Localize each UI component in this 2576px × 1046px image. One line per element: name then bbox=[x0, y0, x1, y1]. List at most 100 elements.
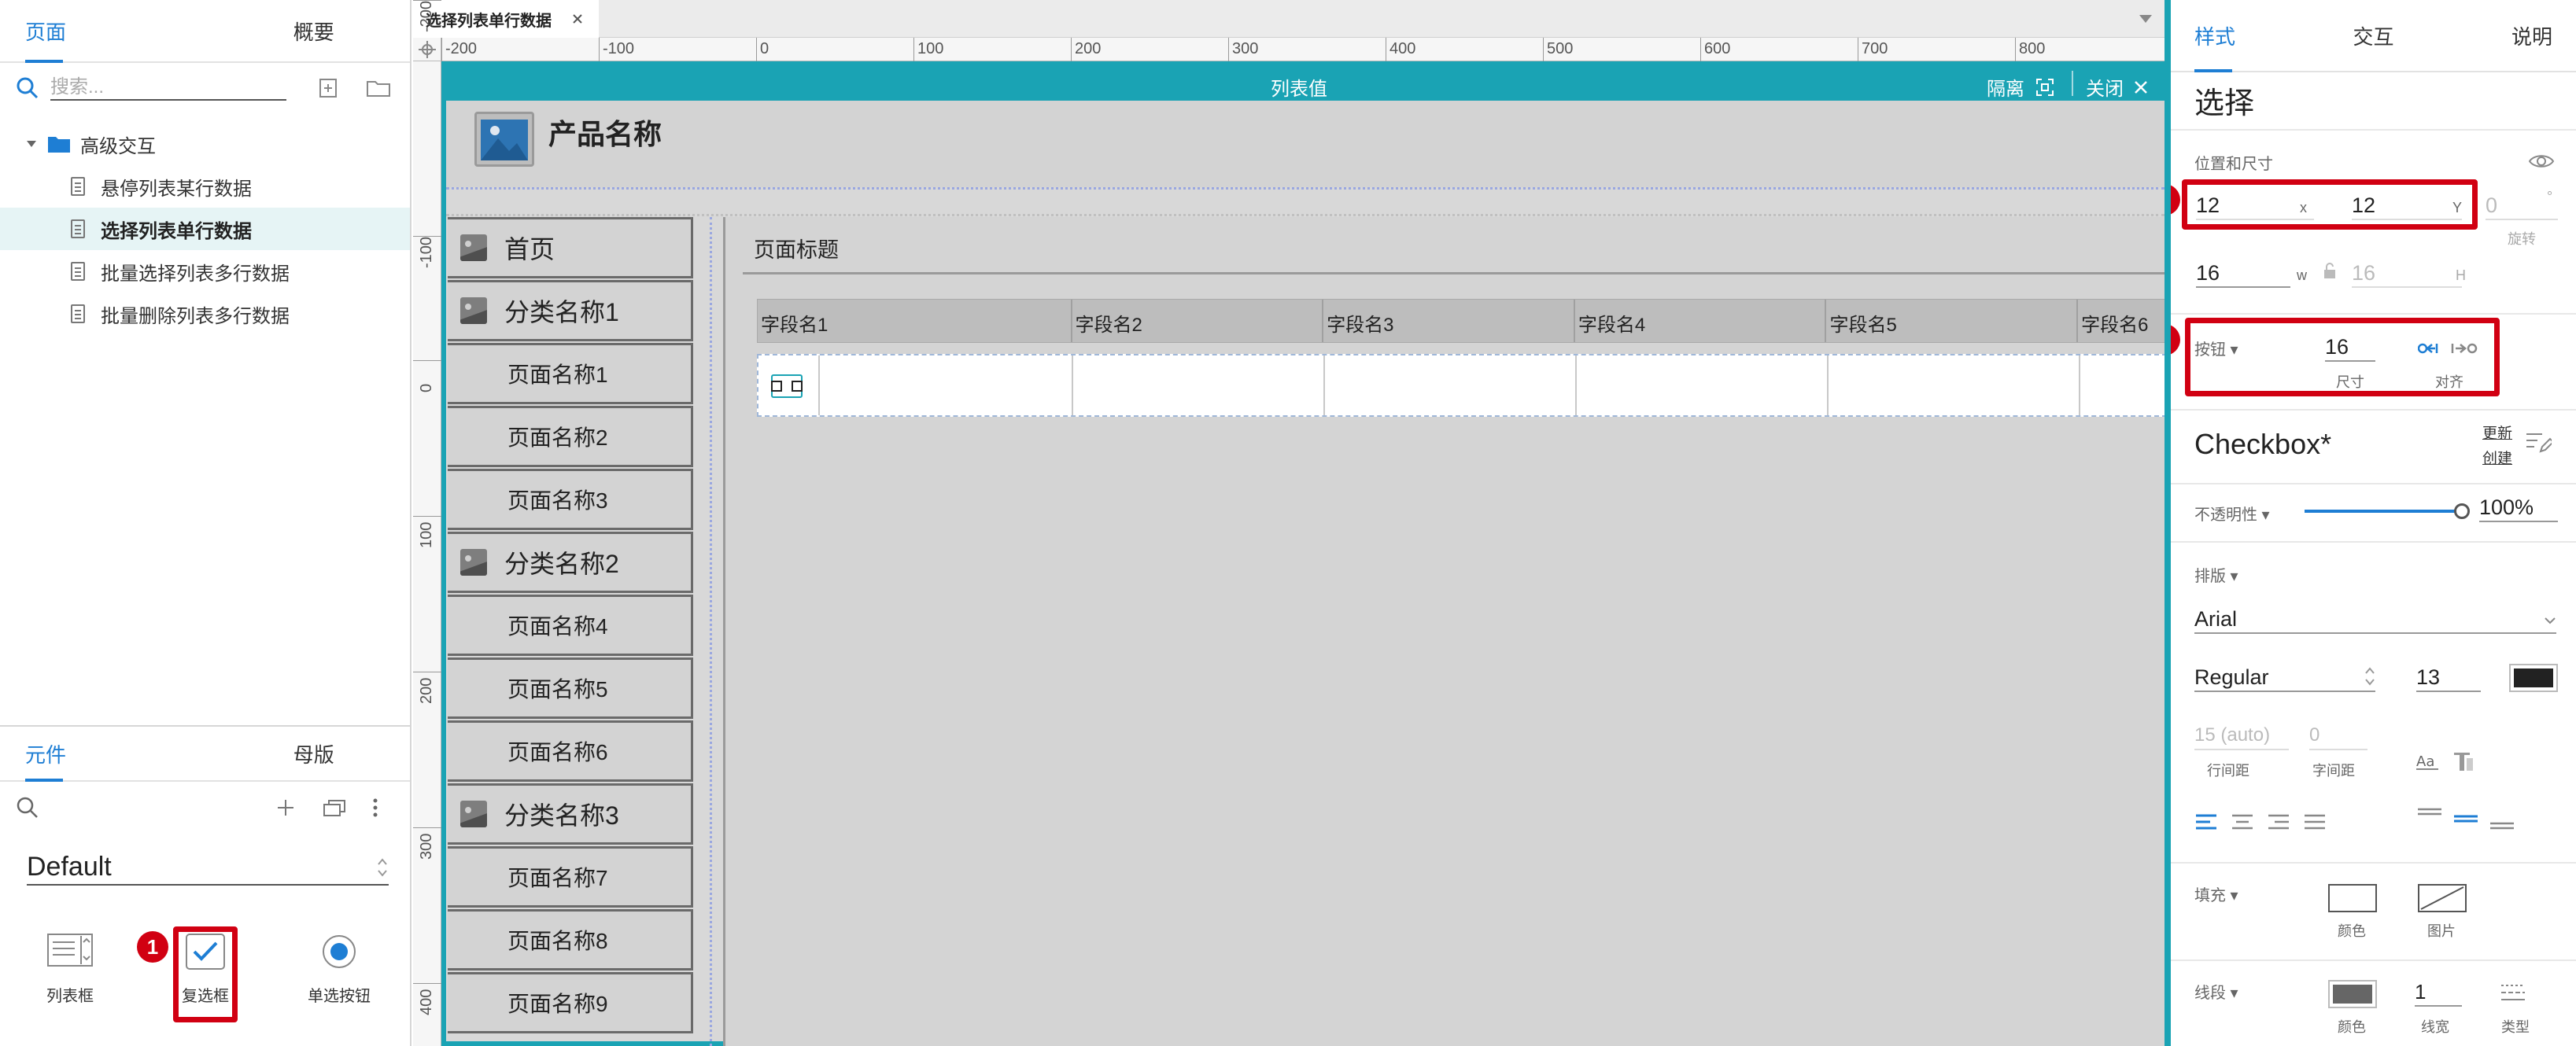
select-arrows-icon bbox=[2365, 667, 2375, 686]
table-cell bbox=[2080, 355, 2165, 415]
ruler-tick: 700 bbox=[1858, 38, 1888, 61]
library-stack-icon[interactable] bbox=[323, 797, 348, 818]
page-icon bbox=[71, 219, 85, 238]
tab-notes[interactable]: 说明 bbox=[2433, 0, 2576, 71]
tree-folder[interactable]: 高级交互 bbox=[0, 123, 410, 165]
image-placeholder-icon bbox=[481, 120, 528, 160]
eye-icon[interactable] bbox=[2528, 153, 2555, 170]
nav-page-item[interactable]: 页面名称8 bbox=[448, 909, 693, 970]
library-select[interactable]: Default bbox=[27, 851, 389, 886]
product-name: 产品名称 bbox=[548, 118, 662, 150]
align-text-right-icon[interactable] bbox=[2267, 813, 2290, 831]
text-case-icon[interactable]: Aa bbox=[2416, 750, 2443, 771]
table-row[interactable] bbox=[757, 354, 2165, 417]
nav-page-item[interactable]: 页面名称7 bbox=[448, 846, 693, 908]
create-style-link[interactable]: 创建 bbox=[2482, 447, 2512, 468]
nav-page-item[interactable]: 页面名称4 bbox=[448, 595, 693, 656]
chevron-down-icon[interactable] bbox=[2138, 13, 2153, 24]
isolate-button[interactable]: 隔离 bbox=[1987, 73, 2054, 101]
tab-style[interactable]: 样式 bbox=[2171, 0, 2314, 72]
table-cell bbox=[1577, 355, 1829, 415]
valign-middle-icon[interactable] bbox=[2452, 807, 2479, 831]
style-name[interactable]: Checkbox* bbox=[2194, 428, 2331, 461]
tab-widgets[interactable]: 元件 bbox=[0, 727, 218, 782]
page-search-input[interactable]: 搜索... bbox=[50, 76, 286, 101]
tree-page-item[interactable]: 批量删除列表多行数据 bbox=[0, 293, 410, 335]
tab-interactions[interactable]: 交互 bbox=[2314, 0, 2434, 71]
row-checkbox[interactable] bbox=[771, 374, 803, 398]
opacity-field[interactable]: 100% bbox=[2479, 494, 2558, 522]
align-text-left-icon[interactable] bbox=[2194, 813, 2218, 831]
caret-down-icon[interactable] bbox=[25, 138, 38, 150]
opacity-slider-track[interactable] bbox=[2305, 503, 2470, 519]
font-family-select[interactable]: Arial bbox=[2194, 606, 2556, 634]
column-header: 字段名3 bbox=[1323, 300, 1575, 342]
valign-top-icon[interactable] bbox=[2416, 807, 2443, 831]
image-placeholder-icon bbox=[460, 234, 487, 261]
page-icon bbox=[71, 177, 85, 196]
ruler-tick: 500 bbox=[1543, 38, 1573, 61]
fill-image-icon[interactable] bbox=[2418, 884, 2467, 912]
document-tab[interactable]: 选择列表单行数据 bbox=[413, 0, 599, 38]
fill-color-swatch[interactable] bbox=[2328, 884, 2377, 912]
divider bbox=[2171, 313, 2576, 315]
canvas-area: 选择列表单行数据 -200 -100 0 100 200 300 400 500… bbox=[413, 0, 2165, 1046]
highlight-box-1 bbox=[173, 926, 238, 1022]
dynamic-panel-bar: 列表值 隔离 关闭 bbox=[446, 66, 2165, 101]
nav-page-item[interactable]: 页面名称3 bbox=[448, 469, 693, 530]
width-field[interactable]: 16 bbox=[2196, 260, 2290, 288]
update-style-link[interactable]: 更新 bbox=[2482, 422, 2512, 443]
font-weight-select[interactable]: Regular bbox=[2194, 664, 2375, 692]
add-folder-icon[interactable] bbox=[365, 76, 392, 100]
tab-masters[interactable]: 母版 bbox=[218, 727, 411, 780]
column-header: 字段名2 bbox=[1072, 300, 1324, 342]
nav-category-1[interactable]: 分类名称1 bbox=[448, 280, 693, 341]
typography-label: 排版 ▾ bbox=[2194, 568, 2238, 585]
folder-icon bbox=[48, 137, 70, 153]
ruler-tick: 0 bbox=[756, 38, 769, 61]
ruler-tick: -200 bbox=[441, 38, 477, 61]
dynamic-panel-title: 列表值 bbox=[1271, 79, 1327, 100]
height-label: H bbox=[2456, 267, 2466, 283]
valign-bottom-icon[interactable] bbox=[2489, 807, 2515, 831]
nav-page-item[interactable]: 页面名称2 bbox=[448, 406, 693, 467]
nav-page-item[interactable]: 页面名称9 bbox=[448, 972, 693, 1033]
align-text-justify-icon[interactable] bbox=[2303, 813, 2327, 831]
opacity-slider-handle[interactable] bbox=[2454, 503, 2470, 519]
tab-outline[interactable]: 概要 bbox=[218, 0, 411, 61]
tree-page-item[interactable]: 悬停列表某行数据 bbox=[0, 165, 410, 208]
stroke-type-icon[interactable] bbox=[2500, 983, 2526, 1004]
close-panel-button[interactable]: 关闭 bbox=[2086, 73, 2149, 101]
nav-page-item[interactable]: 页面名称6 bbox=[448, 720, 693, 782]
nav-item-home[interactable]: 首页 bbox=[448, 217, 693, 278]
ruler-tick: 800 bbox=[2015, 38, 2045, 61]
height-field[interactable]: 16 bbox=[2352, 260, 2462, 288]
add-page-icon[interactable] bbox=[316, 76, 340, 100]
title-divider bbox=[743, 272, 2165, 274]
nav-page-item[interactable]: 页面名称5 bbox=[448, 657, 693, 719]
font-size-field[interactable]: 13 bbox=[2416, 664, 2481, 692]
tree-page-item-selected[interactable]: 选择列表单行数据 bbox=[0, 208, 410, 250]
more-vertical-icon[interactable] bbox=[371, 797, 379, 818]
stroke-width-field[interactable]: 1 bbox=[2415, 978, 2462, 1007]
add-icon[interactable] bbox=[275, 797, 296, 818]
widget-listbox[interactable]: 列表框 bbox=[11, 933, 129, 1006]
letter-spacing-field[interactable]: 0 bbox=[2309, 722, 2367, 750]
edit-style-icon[interactable] bbox=[2525, 431, 2552, 455]
tree-page-item[interactable]: 批量选择列表多行数据 bbox=[0, 250, 410, 293]
dynamic-panel-edit-area[interactable]: 列表值 隔离 关闭 产品名称 首页 分类名称1 页面名称1 页面名称2 页面名称… bbox=[441, 61, 2165, 1046]
text-style-icon[interactable] bbox=[2452, 750, 2476, 772]
guide-dotted bbox=[446, 214, 2165, 216]
tab-pages[interactable]: 页面 bbox=[0, 0, 218, 63]
stroke-color-swatch[interactable] bbox=[2328, 980, 2377, 1008]
nav-category-2[interactable]: 分类名称2 bbox=[448, 532, 693, 593]
align-text-center-icon[interactable] bbox=[2231, 813, 2254, 831]
nav-category-3[interactable]: 分类名称3 bbox=[448, 783, 693, 845]
nav-page-item[interactable]: 页面名称1 bbox=[448, 343, 693, 404]
search-icon[interactable] bbox=[16, 796, 39, 819]
line-height-field[interactable]: 15 (auto) bbox=[2194, 722, 2289, 750]
close-icon[interactable] bbox=[572, 13, 583, 24]
widget-radio[interactable]: 单选按钮 bbox=[280, 933, 398, 1006]
lock-icon[interactable] bbox=[2322, 261, 2338, 280]
font-color-swatch[interactable] bbox=[2509, 664, 2558, 692]
